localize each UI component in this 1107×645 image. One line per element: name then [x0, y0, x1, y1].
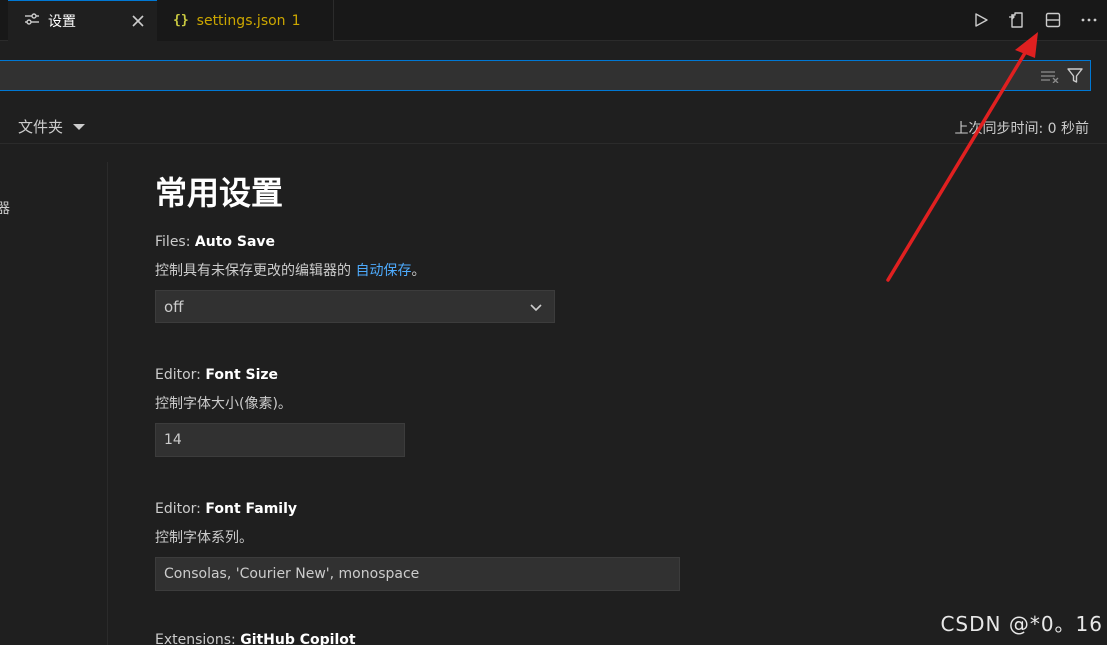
settings-sliders-icon — [24, 12, 42, 30]
settings-toc: 器 — [0, 162, 108, 645]
problems-count: 1 — [291, 12, 301, 29]
setting-editor-font-family: Editor: Font Family 控制字体系列。 Consolas, 'C… — [155, 501, 855, 591]
page-title: 常用设置 — [155, 174, 284, 212]
chevron-down-icon — [528, 299, 544, 319]
setting-description: 控制字体系列。 — [155, 530, 253, 546]
setting-files-auto-save: Files: Auto Save 控制具有未保存更改的编辑器的 自动保存。 of… — [155, 234, 855, 323]
auto-save-select[interactable]: off — [155, 290, 555, 323]
settings-search-box — [0, 60, 1091, 91]
toc-item[interactable]: 器 — [0, 198, 10, 218]
editor-tab-bar: 设置 {} settings.json 1 — [0, 0, 1107, 41]
setting-extensions-github-copilot: Extensions: GitHub Copilot — [155, 632, 855, 645]
font-size-input[interactable]: 14 — [155, 423, 405, 457]
setting-description: 控制具有未保存更改的编辑器的 自动保存。 — [155, 263, 426, 279]
filter-icon[interactable] — [1066, 67, 1084, 89]
close-icon[interactable] — [129, 12, 147, 30]
setting-title: Files: Auto Save — [155, 234, 276, 250]
editor-actions — [969, 8, 1101, 32]
select-value: off — [164, 297, 184, 316]
tab-label: 设置 — [48, 14, 76, 30]
tab-settings-json[interactable]: {} settings.json 1 — [157, 0, 334, 41]
setting-title: Editor: Font Family — [155, 501, 298, 517]
folder-scope-dropdown[interactable]: 文件夹 — [18, 116, 86, 137]
clear-filter-icon[interactable] — [1040, 68, 1060, 87]
watermark: CSDN @*0。16 — [940, 612, 1103, 636]
tab-label: settings.json — [196, 12, 286, 29]
settings-list: 常用设置 Files: Auto Save 控制具有未保存更改的编辑器的 自动保… — [155, 162, 1055, 645]
more-actions-icon[interactable] — [1077, 8, 1101, 32]
settings-search-input[interactable] — [7, 64, 1007, 88]
settings-scope-bar: 文件夹 上次同步时间: 0 秒前 — [0, 108, 1107, 144]
json-braces-icon: {} — [173, 13, 189, 28]
open-settings-json-icon[interactable] — [1005, 8, 1029, 32]
sync-status: 上次同步时间: 0 秒前 — [954, 121, 1089, 137]
run-icon[interactable] — [969, 8, 993, 32]
folder-scope-label: 文件夹 — [18, 118, 64, 136]
caret-down-icon — [73, 123, 86, 130]
setting-title: Extensions: GitHub Copilot — [155, 632, 356, 645]
setting-title: Editor: Font Size — [155, 367, 279, 383]
setting-description: 控制字体大小(像素)。 — [155, 396, 292, 412]
split-editor-icon[interactable] — [1041, 8, 1065, 32]
font-family-input[interactable]: Consolas, 'Courier New', monospace — [155, 557, 680, 591]
setting-editor-font-size: Editor: Font Size 控制字体大小(像素)。 14 — [155, 367, 855, 457]
tab-settings[interactable]: 设置 — [8, 0, 157, 41]
auto-save-link[interactable]: 自动保存 — [355, 263, 411, 279]
